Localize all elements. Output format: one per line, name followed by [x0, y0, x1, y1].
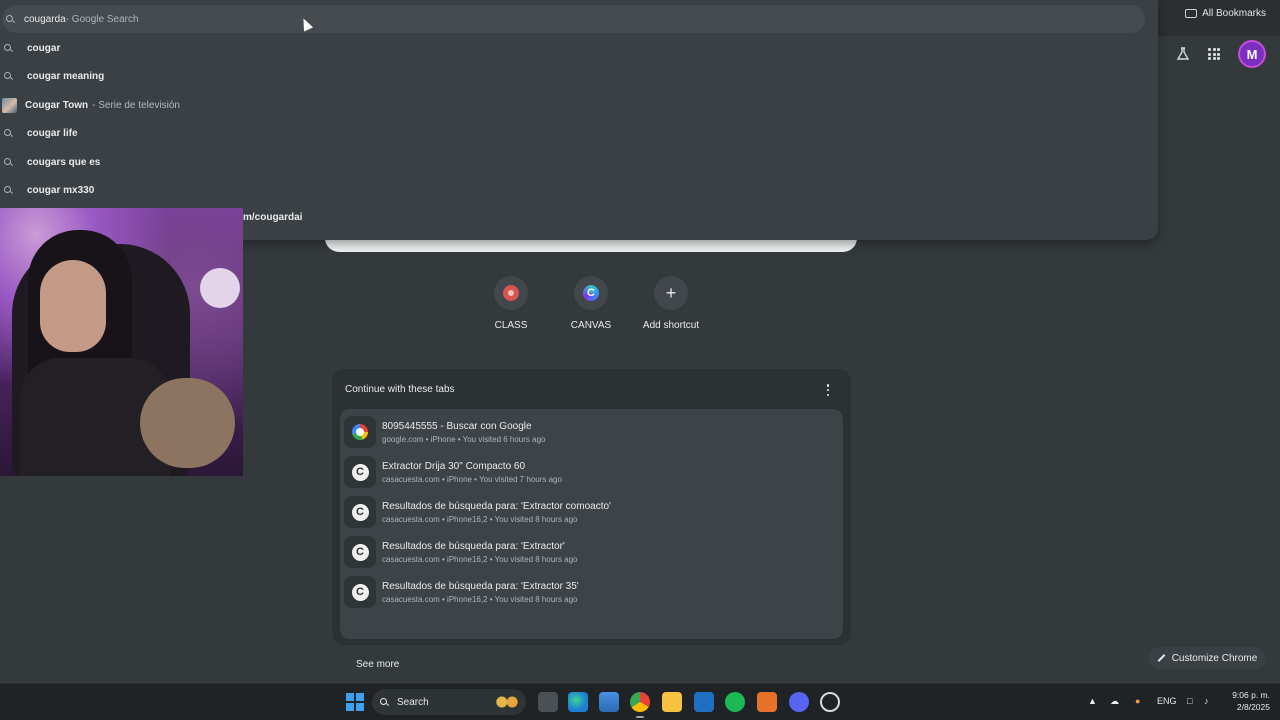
search-icon — [6, 14, 15, 24]
casacuesta-icon: C — [351, 583, 369, 601]
plus-icon: + — [665, 283, 677, 303]
see-more-link[interactable]: See more — [356, 659, 399, 670]
canvas-icon: C — [583, 285, 599, 301]
omnibox-inline-suggestion: - Google Search — [65, 13, 139, 25]
tab-item[interactable]: C Resultados de búsqueda para: 'Extracto… — [344, 574, 839, 610]
tab-item[interactable]: C Resultados de búsqueda para: 'Extracto… — [344, 534, 839, 570]
spotify-icon[interactable] — [725, 692, 745, 712]
webcam-overlay — [0, 208, 243, 476]
windows-start-icon[interactable] — [346, 693, 364, 711]
shortcut-label: CLASS — [494, 320, 528, 331]
ntp-header-tools: M — [1176, 40, 1266, 68]
suggestion-text: cougar meaning — [27, 70, 105, 82]
shortcut-label: Add shortcut — [642, 320, 700, 331]
task-view-icon[interactable] — [538, 692, 558, 712]
onedrive-icon[interactable]: ☁ — [1110, 696, 1119, 707]
clock-time: 9:06 p. m. — [1232, 690, 1270, 700]
search-highlight-icon — [494, 694, 520, 710]
system-clock[interactable]: 9:06 p. m. 2/8/2025 — [1224, 689, 1270, 713]
tab-title: Resultados de búsqueda para: 'Extractor' — [382, 540, 565, 552]
suggestion-subtext: - Serie de televisión — [92, 99, 180, 111]
suggestion-item[interactable]: cougars que es — [4, 152, 100, 172]
tab-title: Extractor Drija 30" Compacto 60 — [382, 460, 526, 472]
url-suggestion[interactable]: m/cougardai — [243, 212, 302, 223]
suggestion-item[interactable]: cougar — [4, 38, 60, 58]
search-icon — [4, 71, 13, 81]
shortcut-canvas[interactable]: C CANVAS — [551, 276, 631, 331]
casacuesta-icon: C — [351, 543, 369, 561]
tab-meta: casacuesta.com • iPhone • You visited 7 … — [382, 474, 562, 484]
search-icon — [4, 43, 13, 53]
tab-meta: casacuesta.com • iPhone16,2 • You visite… — [382, 594, 578, 604]
search-icon — [4, 128, 13, 138]
omnibox-text: cougarda — [24, 13, 66, 25]
customize-label: Customize Chrome — [1171, 652, 1258, 664]
suggestion-item[interactable]: cougar meaning — [4, 66, 104, 86]
network-icon[interactable]: □ — [1187, 696, 1192, 706]
suggestion-text: cougars que es — [27, 156, 101, 168]
suggestion-text: cougar life — [27, 127, 78, 139]
pencil-icon — [1157, 654, 1166, 662]
chrome-icon[interactable] — [630, 692, 650, 718]
suggestion-text: cougar — [27, 42, 61, 54]
tab-item[interactable]: C Extractor Drija 30" Compacto 60 casacue… — [344, 454, 839, 490]
suggestion-item[interactable]: Cougar Town - Serie de televisión — [2, 95, 180, 115]
labs-flask-icon[interactable] — [1176, 47, 1190, 61]
app-orange-icon[interactable] — [757, 692, 777, 712]
customize-chrome-button[interactable]: Customize Chrome — [1148, 647, 1266, 669]
shortcut-class[interactable]: CLASS — [471, 276, 551, 331]
microphone-icon[interactable]: ● — [1135, 696, 1140, 706]
taskbar: Search ▲ ☁ ● ENG □ ♪ 9:06 p. m. 2/8/2025 — [0, 683, 1280, 720]
store-icon[interactable] — [599, 692, 619, 712]
profile-avatar[interactable]: M — [1238, 40, 1266, 68]
casacuesta-icon: C — [351, 463, 369, 481]
omnibox-input[interactable]: cougarda - Google Search — [2, 5, 1145, 33]
class-icon — [503, 285, 519, 301]
continue-tabs-card: Continue with these tabs 8095445555 - Bu… — [332, 369, 851, 670]
suggestion-text: Cougar Town — [25, 99, 89, 111]
outlook-icon[interactable] — [694, 692, 714, 712]
add-shortcut-button[interactable]: + Add shortcut — [631, 276, 711, 331]
chevron-up-icon[interactable]: ▲ — [1088, 696, 1097, 706]
edge-icon[interactable] — [568, 692, 588, 712]
tab-meta: google.com • iPhone • You visited 6 hour… — [382, 434, 546, 444]
tab-meta: casacuesta.com • iPhone16,2 • You visite… — [382, 514, 578, 524]
taskbar-search-label: Search — [397, 696, 429, 708]
more-options-icon[interactable] — [826, 384, 830, 396]
suggestion-text: cougar mx330 — [27, 184, 95, 196]
tab-item[interactable]: C Resultados de búsqueda para: 'Extracto… — [344, 494, 839, 530]
omnibox-dropdown: cougarda - Google Search cougar cougar m… — [0, 0, 1158, 240]
casacuesta-icon: C — [351, 503, 369, 521]
search-icon — [4, 185, 13, 195]
taskbar-search[interactable]: Search — [372, 689, 526, 715]
discord-icon[interactable] — [789, 692, 809, 712]
shortcut-label: CANVAS — [570, 320, 612, 331]
tab-meta: casacuesta.com • iPhone16,2 • You visite… — [382, 554, 578, 564]
suggestion-item[interactable]: cougar life — [4, 123, 78, 143]
suggestion-item[interactable]: cougar mx330 — [4, 180, 94, 200]
google-icon — [352, 424, 368, 440]
search-icon — [380, 697, 389, 707]
google-apps-icon[interactable] — [1208, 48, 1220, 60]
app-settings-icon[interactable] — [820, 692, 840, 712]
tab-title: Resultados de búsqueda para: 'Extractor … — [382, 500, 611, 512]
language-indicator[interactable]: ENG — [1157, 696, 1177, 706]
tabs-list: 8095445555 - Buscar con Google google.com… — [340, 409, 843, 670]
tab-title: 8095445555 - Buscar con Google — [382, 420, 532, 432]
card-title: Continue with these tabs — [345, 384, 455, 395]
all-bookmarks-button[interactable]: All Bookmarks — [1185, 8, 1266, 19]
file-explorer-icon[interactable] — [662, 692, 682, 712]
folder-icon — [1185, 9, 1198, 18]
search-icon — [4, 157, 13, 167]
clock-date: 2/8/2025 — [1236, 702, 1270, 712]
tab-item[interactable]: 8095445555 - Buscar con Google google.com… — [344, 414, 839, 450]
all-bookmarks-label: All Bookmarks — [1202, 8, 1266, 19]
tab-title: Resultados de búsqueda para: 'Extractor … — [382, 580, 579, 592]
volume-icon[interactable]: ♪ — [1204, 696, 1209, 706]
entity-thumbnail — [2, 97, 17, 113]
